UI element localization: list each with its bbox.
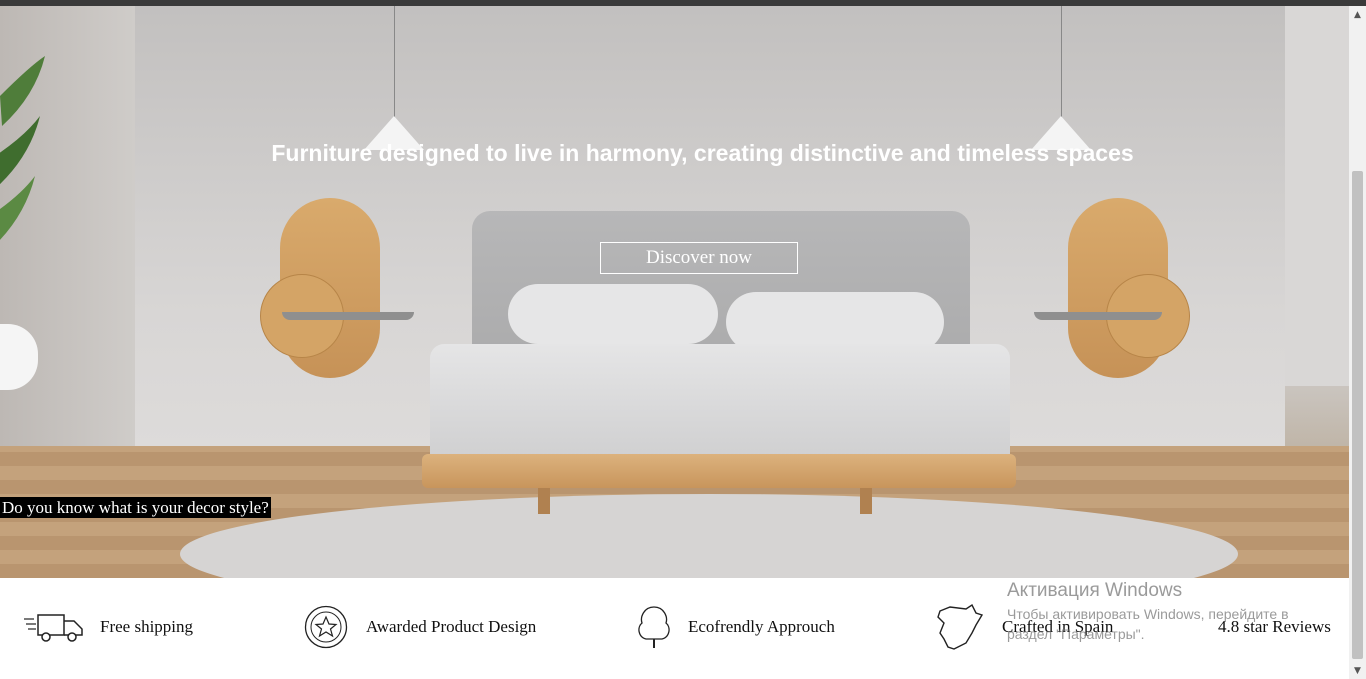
nightstand-shelf-left: [282, 312, 414, 320]
features-bar: Free shipping Awarded Product Design Eco…: [0, 578, 1349, 676]
bed-pillow-left: [508, 284, 718, 344]
page-scrollbar[interactable]: ▲ ▼: [1349, 6, 1366, 679]
scrollbar-thumb[interactable]: [1352, 171, 1363, 659]
feature-free-shipping: Free shipping: [24, 578, 193, 676]
feature-label: Crafted in Spain: [1002, 617, 1114, 636]
lamp-cord-right: [1061, 6, 1062, 118]
hero-title: Furniture designed to live in harmony, c…: [271, 140, 1134, 166]
tree-icon: [636, 605, 672, 649]
feature-label: Ecofrendly Approuch: [688, 617, 835, 636]
decor-style-quiz-link[interactable]: Do you know what is your decor style?: [0, 497, 271, 518]
bed-frame: [422, 454, 1016, 488]
lamp-cord-left: [394, 6, 395, 118]
bed-pillow-right: [726, 292, 944, 352]
discover-now-button[interactable]: Discover now: [600, 242, 798, 274]
bed-mattress: [430, 344, 1010, 462]
feature-crafted-spain: Crafted in Spain: [936, 578, 1113, 676]
bed-leg: [860, 488, 872, 514]
feature-label: Free shipping: [100, 617, 194, 636]
bed-leg: [538, 488, 550, 514]
hero-banner: Furniture designed to live in harmony, c…: [0, 6, 1349, 578]
delivery-truck-icon: [24, 609, 84, 645]
feature-awarded-design: Awarded Product Design: [304, 578, 536, 676]
feature-label: Awarded Product Design: [366, 617, 537, 636]
nightstand-shelf-right: [1034, 312, 1162, 320]
award-star-icon: [304, 605, 348, 649]
scroll-down-arrow-icon[interactable]: ▼: [1349, 662, 1366, 679]
feature-star-reviews: 4.8 star Reviews: [1218, 578, 1331, 676]
spain-map-icon: [936, 603, 986, 651]
feature-label: 4.8 star Reviews: [1218, 617, 1331, 636]
hero-wall-right: [1285, 6, 1349, 386]
feature-ecofriendly: Ecofrendly Approuch: [636, 578, 835, 676]
scroll-up-arrow-icon[interactable]: ▲: [1349, 6, 1366, 23]
